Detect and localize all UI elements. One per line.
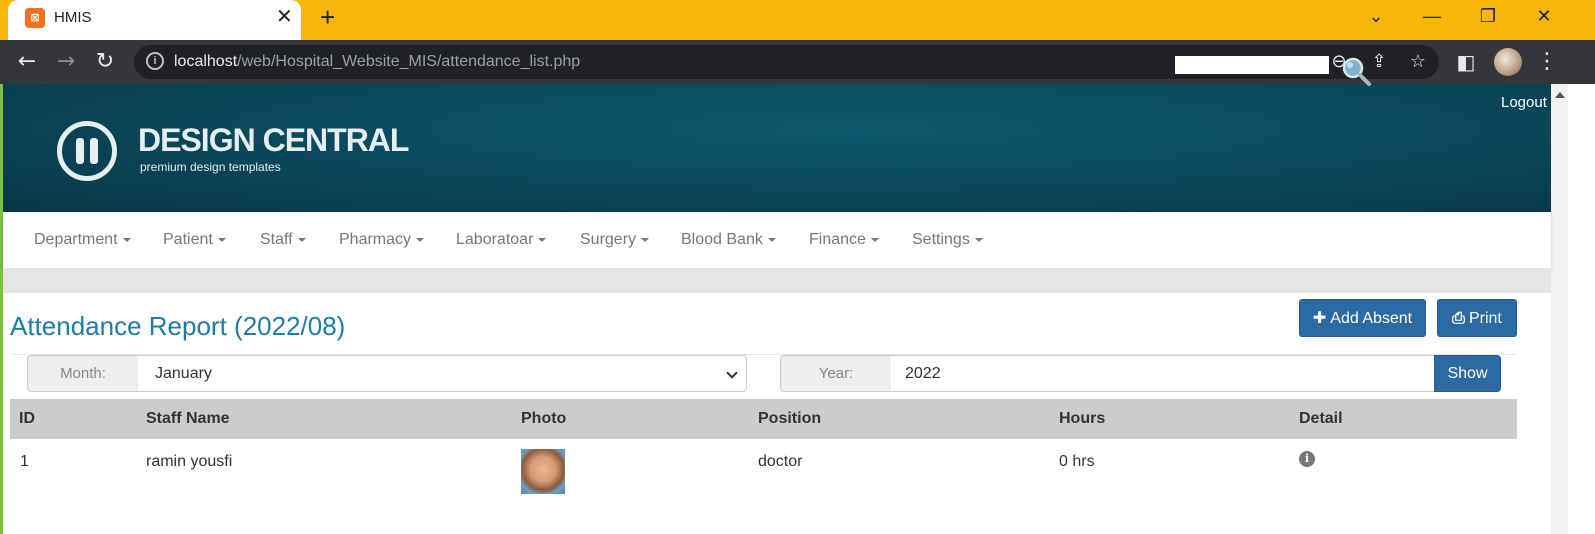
- column-header-hours: Hours: [1059, 410, 1106, 427]
- column-header-id: ID: [19, 410, 35, 427]
- url-text[interactable]: localhost/web/Hospital_Website_MIS/atten…: [174, 53, 580, 71]
- site-info-icon[interactable]: i: [146, 52, 164, 70]
- month-select[interactable]: January: [138, 355, 747, 392]
- back-icon[interactable]: ←: [13, 48, 41, 76]
- reload-icon[interactable]: ↻: [91, 48, 119, 76]
- column-header-photo: Photo: [521, 410, 567, 427]
- nav-label: Settings: [912, 231, 970, 248]
- staff-photo: [521, 449, 565, 494]
- restore-icon[interactable]: ❐: [1473, 4, 1503, 30]
- nav-label: Surgery: [580, 231, 637, 248]
- nav-label: Patient: [163, 231, 213, 248]
- printer-icon: ⎙: [1452, 308, 1465, 327]
- logout-link[interactable]: Logout: [1501, 94, 1547, 111]
- table-header: ID Staff Name Photo Position Hours Detai…: [10, 399, 1517, 439]
- site-header: DESIGN CENTRAL premium design templates …: [3, 84, 1551, 212]
- caret-down-icon: [297, 237, 306, 242]
- nav-shadow-strip: [3, 270, 1551, 293]
- print-label: Print: [1468, 310, 1502, 327]
- new-tab-icon[interactable]: +: [320, 4, 335, 30]
- logo-title: DESIGN CENTRAL: [138, 122, 409, 158]
- nav-label: Department: [34, 231, 118, 248]
- cell-hours: 0 hrs: [1059, 453, 1095, 470]
- menu-kebab-icon[interactable]: ⋮: [1533, 48, 1561, 76]
- side-panel-icon[interactable]: ◧: [1452, 48, 1480, 76]
- cell-staff-name: ramin yousfi: [146, 453, 233, 470]
- plus-icon: ✚: [1312, 308, 1327, 327]
- logo-subtitle: premium design templates: [140, 160, 281, 174]
- nav-item-patient[interactable]: Patient: [163, 231, 226, 249]
- caret-down-icon: [217, 237, 226, 242]
- url-path: /web/Hospital_Website_MIS/attendance_lis…: [237, 53, 581, 70]
- browser-tab-bar: ⊠ HMIS ✕ + ⌄ — ❐ ✕: [0, 0, 1595, 40]
- nav-item-pharmacy[interactable]: Pharmacy: [339, 231, 425, 249]
- logo-icon: [57, 121, 117, 181]
- add-absent-button[interactable]: ✚ Add Absent: [1299, 299, 1426, 337]
- nav-label: Pharmacy: [339, 231, 412, 248]
- nav-item-laboratoar[interactable]: Laboratoar: [456, 231, 547, 249]
- caret-down-icon: [974, 237, 983, 242]
- nav-item-staff[interactable]: Staff: [260, 231, 306, 249]
- nav-label: Laboratoar: [456, 231, 534, 248]
- search-input[interactable]: [1175, 56, 1329, 74]
- scroll-up-arrow-icon[interactable]: [1555, 92, 1565, 98]
- caret-down-icon: [416, 237, 425, 242]
- nav-item-surgery[interactable]: Surgery: [580, 231, 650, 249]
- cell-id: 1: [20, 453, 29, 470]
- main-navbar: Department Patient Staff Pharmacy Labora…: [3, 212, 1551, 269]
- close-tab-icon[interactable]: ✕: [276, 7, 293, 27]
- print-button[interactable]: ⎙ Print: [1437, 299, 1517, 337]
- browser-tab[interactable]: ⊠ HMIS ✕: [8, 0, 301, 40]
- column-header-position: Position: [758, 410, 822, 427]
- chevron-down-icon: [726, 367, 738, 379]
- logo-bar-right: [90, 138, 98, 164]
- profile-avatar[interactable]: [1494, 48, 1522, 76]
- bookmark-star-icon[interactable]: ☆: [1406, 50, 1430, 74]
- nav-label: Finance: [809, 231, 866, 248]
- cell-position: doctor: [758, 453, 803, 470]
- month-select-value: January: [155, 365, 212, 382]
- info-icon[interactable]: i: [1299, 451, 1315, 467]
- tab-title: HMIS: [54, 9, 92, 26]
- forward-icon[interactable]: →: [52, 48, 80, 76]
- nav-item-department[interactable]: Department: [34, 231, 131, 249]
- nav-label: Blood Bank: [681, 231, 763, 248]
- caret-down-icon: [122, 237, 131, 242]
- caret-down-icon: [538, 237, 547, 242]
- nav-item-finance[interactable]: Finance: [809, 231, 879, 249]
- search-icon[interactable]: [1340, 55, 1372, 87]
- caret-down-icon: [641, 237, 650, 242]
- tab-search-chevron-icon[interactable]: ⌄: [1361, 4, 1391, 30]
- month-label: Month:: [27, 355, 139, 392]
- minimize-icon[interactable]: —: [1417, 4, 1447, 30]
- nav-item-settings[interactable]: Settings: [912, 231, 983, 249]
- page-scrollbar[interactable]: [1551, 84, 1568, 534]
- xampp-favicon-icon: ⊠: [25, 8, 45, 28]
- year-input[interactable]: 2022: [891, 355, 1435, 392]
- url-host: localhost: [174, 53, 238, 70]
- column-header-detail: Detail: [1299, 410, 1343, 427]
- caret-down-icon: [870, 237, 879, 242]
- page-title: Attendance Report (2022/08): [10, 311, 346, 341]
- column-header-staff-name: Staff Name: [146, 410, 230, 427]
- caret-down-icon: [767, 237, 776, 242]
- year-label: Year:: [780, 355, 892, 392]
- show-button[interactable]: Show: [1434, 355, 1501, 392]
- close-window-icon[interactable]: ✕: [1529, 4, 1559, 30]
- nav-label: Staff: [260, 231, 293, 248]
- add-absent-label: Add Absent: [1330, 310, 1413, 327]
- nav-item-blood-bank[interactable]: Blood Bank: [681, 231, 776, 249]
- logo-bar-left: [76, 138, 84, 164]
